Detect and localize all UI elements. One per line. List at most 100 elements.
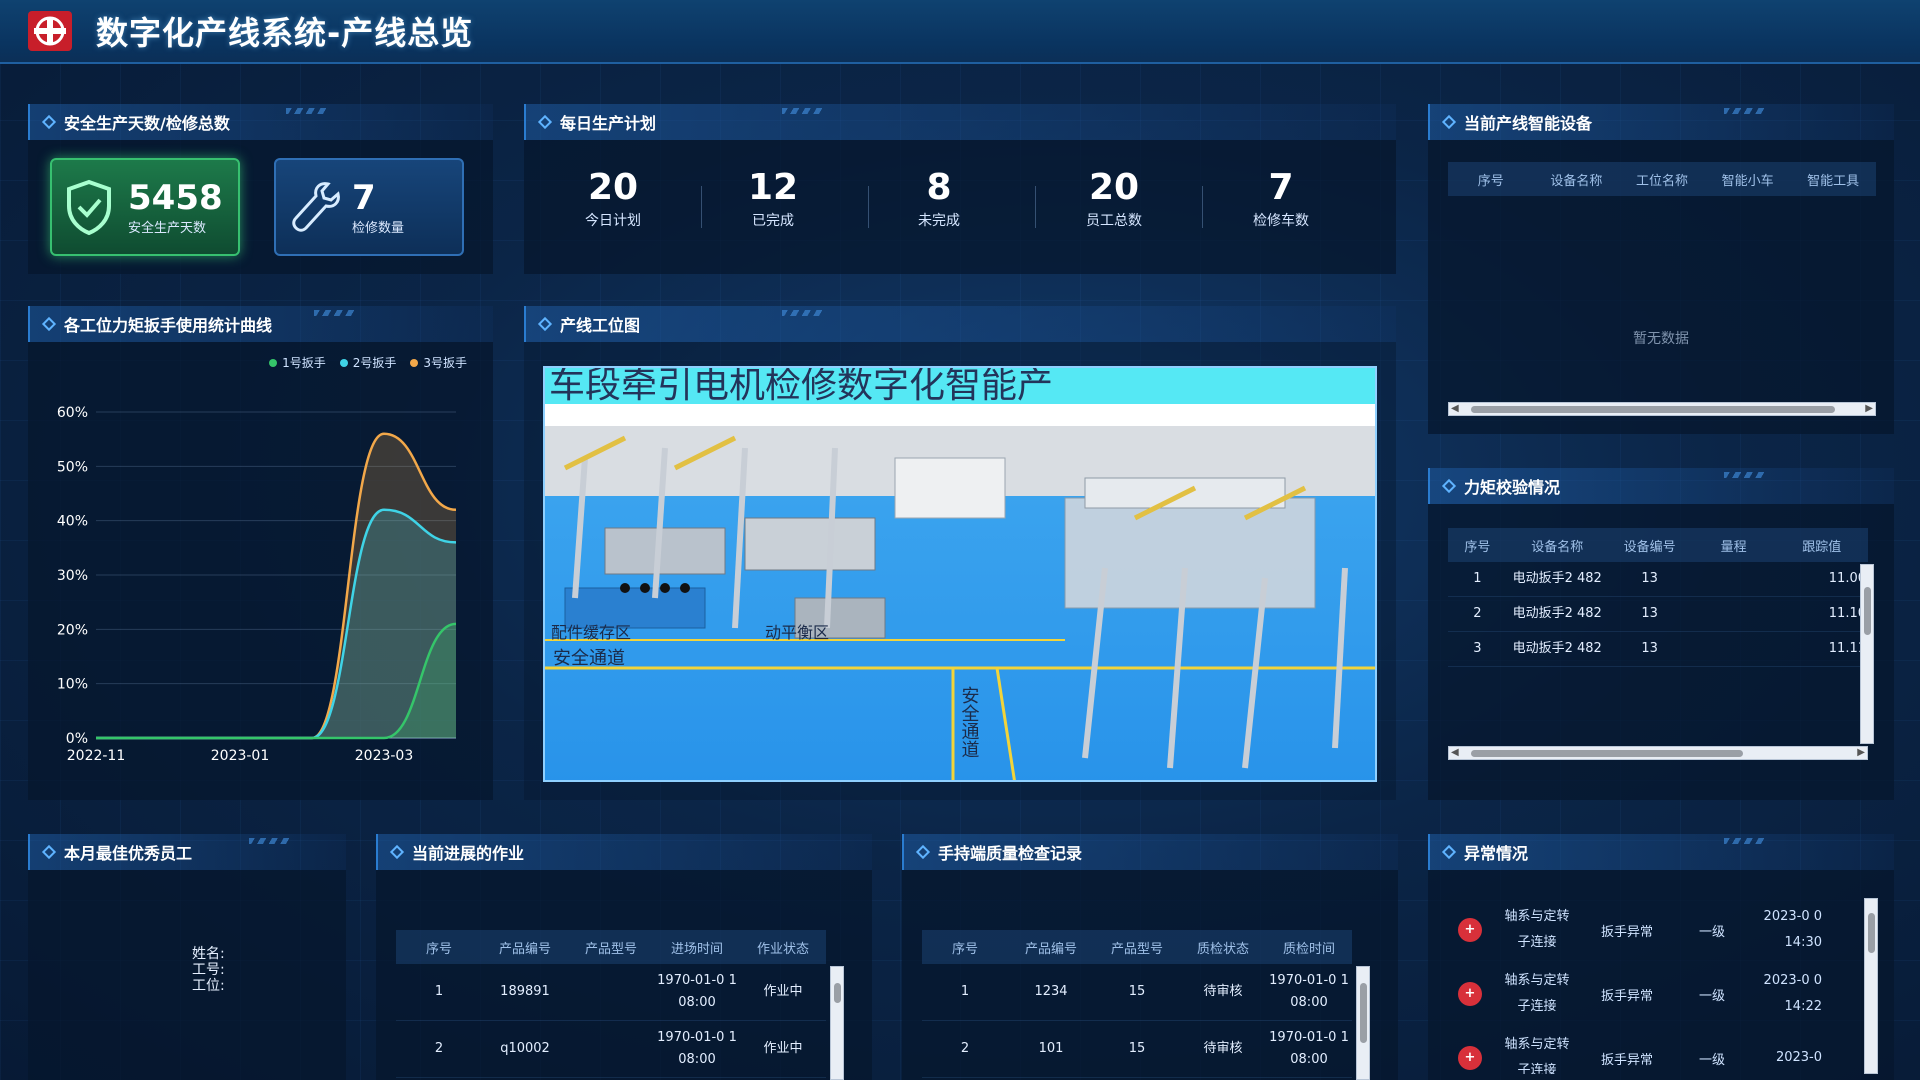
x-tick-label: 2022-11 xyxy=(67,748,126,764)
vertical-scrollbar[interactable] xyxy=(830,966,844,1080)
stat-value: 20 xyxy=(1088,167,1140,208)
safe-days-value: 5458 xyxy=(128,177,223,218)
col-header[interactable]: 质检状态 xyxy=(1180,930,1266,964)
table-row[interactable]: 1 电动扳手2 482 13 11.00 xyxy=(1448,562,1868,597)
repairs-value: 7 xyxy=(352,177,376,218)
panel-header: 力矩校验情况 xyxy=(1428,468,1894,504)
col-header[interactable]: 量程 xyxy=(1691,528,1776,562)
horizontal-scrollbar[interactable]: ◀ ▶ xyxy=(1448,746,1868,760)
col-header[interactable]: 产品型号 xyxy=(568,930,654,964)
alerts-panel: 异常情况 + 轴系与定转子连接 扳手异常 一级 2023-0 0 14:30 +… xyxy=(1428,834,1894,1080)
col-header[interactable]: 序号 xyxy=(1448,162,1534,196)
plan-stat: 20 员工总数 xyxy=(1039,168,1189,230)
stat-label: 今日计划 xyxy=(585,213,641,229)
plan-stat: 12 已完成 xyxy=(698,168,848,230)
quality-check-panel: 手持端质量检查记录 序号 产品编号 产品型号 质检状态 质检时间 1 1234 … xyxy=(902,834,1398,1080)
panel-header: 当前进展的作业 xyxy=(376,834,872,870)
vertical-scrollbar[interactable] xyxy=(1860,564,1874,744)
col-header[interactable]: 产品编号 xyxy=(482,930,568,964)
alarm-icon: + xyxy=(1458,918,1482,942)
horizontal-scrollbar[interactable]: ◀ ▶ xyxy=(1448,402,1876,416)
zone-label: 安全通道 xyxy=(959,686,980,758)
col-header[interactable]: 序号 xyxy=(922,930,1008,964)
panel-title: 本月最佳优秀员工 xyxy=(64,844,193,863)
factory-3d-view[interactable]: 配件缓存区 动平衡区 安全通道 安全通道 车段牵引电机检修数字化智能产 xyxy=(543,366,1377,782)
col-header[interactable]: 工位名称 xyxy=(1619,162,1705,196)
diamond-icon xyxy=(41,316,57,332)
diamond-icon xyxy=(1441,844,1457,860)
vertical-scrollbar[interactable] xyxy=(1864,898,1878,1074)
employee-id-label: 工号: xyxy=(192,962,225,978)
wrench-icon xyxy=(292,182,340,232)
employee-name-label: 姓名: xyxy=(192,946,225,962)
table-row[interactable]: 2 101 15 待审核 1970-01-0 1 08:00 xyxy=(922,1020,1352,1078)
shield-icon xyxy=(67,179,111,236)
alarm-icon: + xyxy=(1458,982,1482,1006)
col-header[interactable]: 质检时间 xyxy=(1266,930,1352,964)
diamond-icon xyxy=(537,114,553,130)
table-row[interactable]: 2 电动扳手2 482 13 11.10 xyxy=(1448,596,1868,632)
scroll-left-icon[interactable]: ◀ xyxy=(1451,403,1459,415)
wrench-usage-chart: 0% 10% 20% 30% 40% 50% 60% 2022-11 2023-01 2023-0… xyxy=(57,405,457,764)
diamond-icon xyxy=(1441,114,1457,130)
col-header[interactable]: 进场时间 xyxy=(654,930,740,964)
col-header[interactable]: 设备名称 xyxy=(1533,162,1620,196)
factory-banner: 车段牵引电机检修数字化智能产 xyxy=(549,368,1053,406)
page-title: 数字化产线系统-产线总览 xyxy=(96,14,474,52)
safety-panel: 安全生产天数/检修总数 5458 安全生产天数 7 检修数量 xyxy=(28,104,493,274)
table-row[interactable]: 1 189891 1970-01-0 1 08:00 作业中 xyxy=(396,964,826,1021)
panel-title: 力矩校验情况 xyxy=(1464,478,1561,497)
col-header[interactable]: 作业状态 xyxy=(740,930,826,964)
panel-title: 各工位力矩扳手使用统计曲线 xyxy=(64,316,273,335)
panel-header: 每日生产计划 xyxy=(524,104,1396,140)
scroll-right-icon[interactable]: ▶ xyxy=(1865,403,1873,415)
x-tick-label: 2023-01 xyxy=(211,748,270,764)
panel-title: 异常情况 xyxy=(1464,844,1529,863)
col-header[interactable]: 序号 xyxy=(396,930,482,964)
table-row[interactable]: 3 电动扳手2 482 13 11.11 xyxy=(1448,631,1868,667)
panel-header: 安全生产天数/检修总数 xyxy=(28,104,493,140)
zone-label: 动平衡区 xyxy=(765,623,829,642)
col-header[interactable]: 产品编号 xyxy=(1008,930,1094,964)
vertical-scrollbar[interactable] xyxy=(1356,966,1370,1080)
alarm-icon: + xyxy=(1458,1046,1482,1070)
table-row[interactable]: 1 1234 15 待审核 1970-01-0 1 08:00 xyxy=(922,964,1352,1021)
plan-stat: 8 未完成 xyxy=(864,168,1014,230)
series-area xyxy=(96,509,456,738)
table-row[interactable]: 2 q10002 1970-01-0 1 08:00 作业中 xyxy=(396,1020,826,1078)
col-header[interactable]: 跟踪值 xyxy=(1775,528,1868,562)
safe-days-card: 5458 安全生产天数 xyxy=(50,158,240,256)
alert-row[interactable]: + 轴系与定转子连接 扳手异常 一级 2023-0 0 14:30 xyxy=(1448,898,1862,962)
current-jobs-panel: 当前进展的作业 序号 产品编号 产品型号 进场时间 作业状态 1 189891 … xyxy=(376,834,872,1080)
y-tick-label: 60% xyxy=(57,405,88,421)
col-header[interactable]: 设备编号 xyxy=(1607,528,1692,562)
jobs-table: 序号 产品编号 产品型号 进场时间 作业状态 1 189891 1970-01-… xyxy=(396,930,826,1078)
y-tick-label: 10% xyxy=(57,677,88,693)
stat-label: 检修车数 xyxy=(1253,213,1309,229)
col-header[interactable]: 智能小车 xyxy=(1704,162,1791,196)
diamond-icon xyxy=(389,844,405,860)
panel-header: 异常情况 xyxy=(1428,834,1894,870)
alert-row[interactable]: + 轴系与定转子连接 扳手异常 一级 2023-0 0 14:22 xyxy=(1448,962,1862,1026)
y-tick-label: 20% xyxy=(57,622,88,638)
x-tick-label: 2023-03 xyxy=(355,748,414,764)
col-header[interactable]: 产品型号 xyxy=(1094,930,1180,964)
wrench-chart-panel: 各工位力矩扳手使用统计曲线 1号扳手 2号扳手 3号扳手 0% 10% 20% 30%… xyxy=(28,306,493,800)
col-header[interactable]: 设备名称 xyxy=(1506,528,1608,562)
daily-plan-panel: 每日生产计划 20 今日计划 12 已完成 8 未完成 20 员工总数 7 检修… xyxy=(524,104,1396,274)
col-header[interactable]: 序号 xyxy=(1448,528,1507,562)
stat-value: 12 xyxy=(747,167,799,208)
col-header[interactable]: 智能工具 xyxy=(1790,162,1876,196)
employee-station-label: 工位: xyxy=(192,978,225,994)
alert-row[interactable]: + 轴系与定转子连接 扳手异常 一级 2023-0 xyxy=(1448,1026,1862,1074)
panel-title: 每日生产计划 xyxy=(560,114,657,133)
empty-state: 暂无数据 xyxy=(1633,331,1689,347)
scroll-right-icon[interactable]: ▶ xyxy=(1857,747,1865,759)
plan-stat: 20 今日计划 xyxy=(538,168,688,230)
panel-header: 各工位力矩扳手使用统计曲线 xyxy=(28,306,493,342)
panel-header: 产线工位图 xyxy=(524,306,1396,342)
repairs-label: 检修数量 xyxy=(352,220,405,236)
panel-title: 当前产线智能设备 xyxy=(1464,114,1593,133)
best-employee-panel: 本月最佳优秀员工 姓名: 工号: 工位: xyxy=(28,834,346,1080)
scroll-left-icon[interactable]: ◀ xyxy=(1451,747,1459,759)
